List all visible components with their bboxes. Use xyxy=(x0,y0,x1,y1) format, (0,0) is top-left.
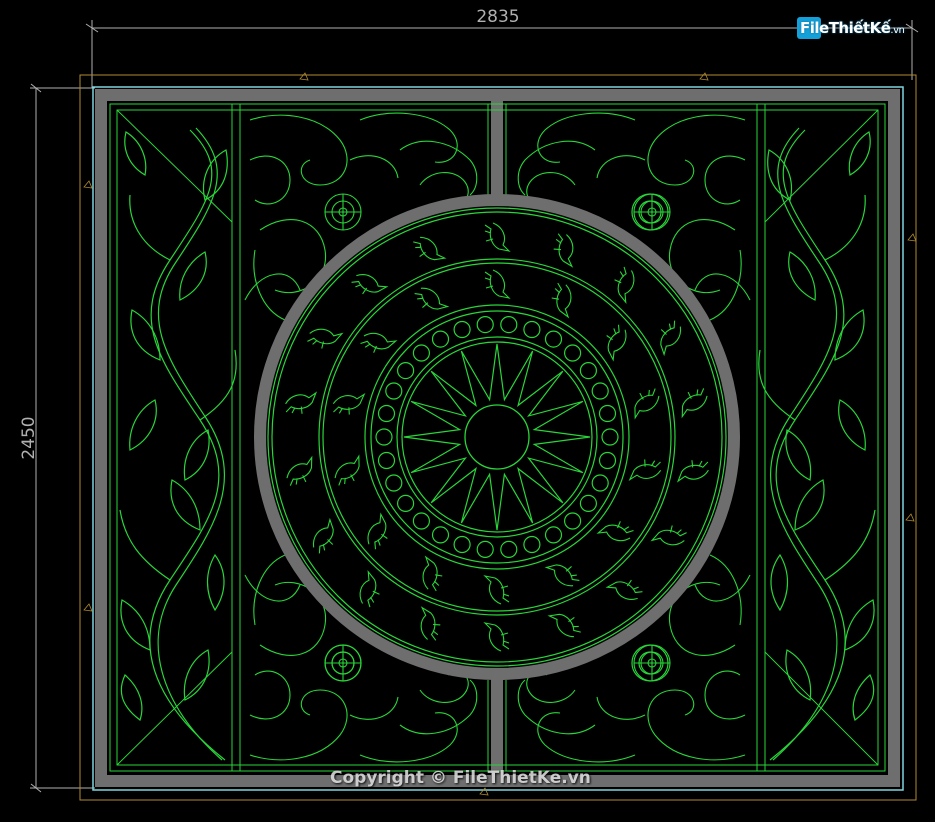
bird-figure xyxy=(660,320,682,357)
cad-drawing-canvas: 2835 2450 xyxy=(19,7,919,801)
bird-figure xyxy=(650,525,687,546)
ring-dot xyxy=(397,362,415,380)
bird-figure xyxy=(628,459,662,482)
bird-figure xyxy=(614,266,635,304)
bird-figure xyxy=(422,555,443,592)
bird-figure xyxy=(605,579,643,600)
bird-figure xyxy=(420,606,441,641)
bird-figure xyxy=(484,222,511,252)
bird-figure xyxy=(351,274,389,295)
ring-dot xyxy=(579,494,598,512)
drum-motif xyxy=(254,194,740,680)
ring-dot xyxy=(476,316,494,334)
bird-figure xyxy=(606,324,627,362)
copyright-watermark: Copyright © FileThietKe.vn xyxy=(330,768,591,788)
ring-dot xyxy=(601,428,619,446)
brand-logo: FileThiếtKế.vn xyxy=(800,16,905,40)
ring-dot xyxy=(377,451,396,470)
bird-figure xyxy=(483,622,510,652)
height-dimension-label: 2450 xyxy=(19,416,39,459)
ring-dot xyxy=(397,494,415,512)
ring-dot xyxy=(591,382,609,400)
ring-dot xyxy=(598,451,617,470)
ring-dot xyxy=(385,474,403,492)
ring-dot xyxy=(500,316,518,334)
ring-dot xyxy=(385,382,403,400)
ring-dot xyxy=(544,526,563,544)
ring-dot xyxy=(544,330,563,348)
bird-figure xyxy=(307,328,344,349)
bird-figure xyxy=(360,332,398,353)
ring-dot xyxy=(500,540,518,559)
ring-dot xyxy=(412,512,430,530)
bird-figure-icon xyxy=(285,222,709,652)
ring-dot xyxy=(412,344,430,362)
brand-accent: ThiếtKế xyxy=(828,19,891,37)
ring-dot xyxy=(523,320,541,339)
bird-figure xyxy=(553,233,574,268)
ring-dot xyxy=(591,474,609,492)
ring-dot xyxy=(431,330,450,348)
bird-figure xyxy=(676,460,709,483)
ring-dot xyxy=(598,404,617,423)
bird-figure xyxy=(285,391,318,414)
bird-figure xyxy=(681,388,708,419)
ring-dot xyxy=(563,344,582,362)
bird-figure xyxy=(332,392,366,415)
bird-figure xyxy=(483,575,510,605)
width-dimension-label: 2835 xyxy=(476,7,519,27)
bird-figure xyxy=(359,570,380,608)
dots-ring xyxy=(375,316,619,559)
bird-figure xyxy=(413,236,447,261)
bird-figure xyxy=(286,455,313,486)
ring-dot xyxy=(453,535,471,554)
bird-figure xyxy=(367,512,388,550)
ring-dot xyxy=(431,526,450,544)
bird-figure xyxy=(334,454,360,486)
bird-figure xyxy=(596,521,634,542)
ring-dot xyxy=(375,428,393,446)
ring-dot xyxy=(453,320,471,339)
ring-dot xyxy=(579,362,598,380)
ring-dot xyxy=(563,512,582,530)
bird-figure xyxy=(634,388,660,420)
brand-main: File xyxy=(800,19,829,37)
scroll-ornaments xyxy=(244,112,751,763)
bird-figure xyxy=(551,282,572,319)
bird-figure xyxy=(484,269,511,299)
gray-frame xyxy=(95,89,900,787)
vine-ornament-icon xyxy=(119,127,876,761)
sun-motif-icon xyxy=(403,343,591,531)
brand-domain: .vn xyxy=(890,25,905,36)
bird-figure xyxy=(544,564,580,587)
ring-dot xyxy=(377,404,396,423)
bird-figure xyxy=(547,613,581,638)
bird-figure xyxy=(312,517,334,554)
bird-figure xyxy=(414,287,450,310)
sun-center xyxy=(464,404,530,470)
ring-dot xyxy=(523,535,541,554)
ring-dot xyxy=(476,540,494,559)
